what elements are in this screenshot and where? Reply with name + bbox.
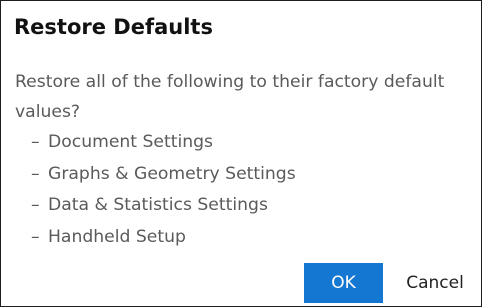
list-item: – Handheld Setup bbox=[31, 222, 296, 254]
dialog-message: Restore all of the following to their fa… bbox=[15, 72, 445, 122]
list-item-label: Document Settings bbox=[48, 132, 214, 152]
list-dash: – bbox=[31, 163, 40, 184]
restore-defaults-dialog: Restore Defaults Restore all of the foll… bbox=[0, 0, 482, 307]
list-item: – Graphs & Geometry Settings bbox=[31, 159, 296, 191]
list-item-label: Handheld Setup bbox=[48, 226, 186, 247]
list-item-label: Data & Statistics Settings bbox=[48, 195, 268, 215]
list-item: – Document Settings bbox=[31, 127, 296, 159]
list-dash: – bbox=[31, 195, 40, 215]
dialog-title: Restore Defaults bbox=[14, 15, 213, 39]
list-dash: – bbox=[31, 132, 40, 152]
cancel-button[interactable]: Cancel bbox=[391, 263, 479, 303]
list-item-label: Graphs & Geometry Settings bbox=[48, 163, 296, 184]
list-dash: – bbox=[31, 226, 40, 247]
settings-list: – Document Settings – Graphs & Geometry Se… bbox=[31, 127, 296, 253]
ok-button[interactable]: OK bbox=[304, 263, 383, 303]
list-item: – Data & Statistics Settings bbox=[31, 190, 296, 222]
